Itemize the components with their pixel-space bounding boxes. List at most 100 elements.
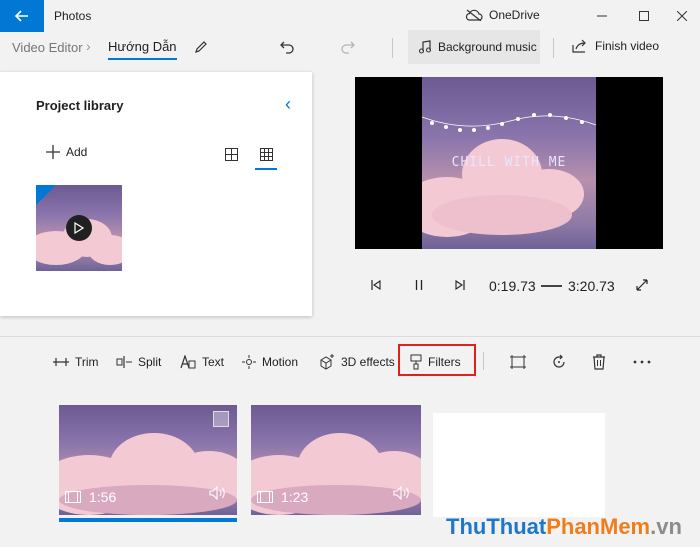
- 3d-effects-label: 3D effects: [341, 355, 395, 369]
- clip-duration: 1:56: [65, 489, 116, 505]
- crop-frame-icon: [510, 355, 526, 369]
- clip-selected-indicator: [59, 518, 237, 522]
- 3d-effects-button[interactable]: 3D effects: [319, 352, 395, 372]
- overlay-title-text: CHILL WITH ME: [451, 155, 567, 170]
- empty-storyboard-slot: [433, 413, 605, 517]
- share-export-icon: [572, 39, 586, 53]
- clip-duration-text: 1:23: [281, 489, 309, 505]
- motion-icon: [242, 355, 256, 369]
- preview-frame: CHILL WITH ME: [422, 77, 596, 249]
- view-active-indicator: [255, 168, 277, 170]
- pencil-icon: [195, 41, 207, 53]
- close-button[interactable]: [664, 0, 700, 32]
- filters-highlight-box: [398, 344, 476, 376]
- next-frame-button[interactable]: [450, 275, 470, 295]
- selected-corner-flag: [36, 185, 56, 205]
- split-button[interactable]: Split: [116, 352, 161, 372]
- redo-button[interactable]: [337, 36, 359, 58]
- watermark-part-1: ThuThuat: [446, 514, 547, 539]
- library-title: Project library: [36, 98, 124, 113]
- more-dots-icon: [633, 360, 651, 364]
- rotate-button[interactable]: [548, 351, 570, 373]
- collapse-chevron-icon[interactable]: ‹: [285, 94, 291, 115]
- motion-button[interactable]: Motion: [242, 352, 298, 372]
- trash-icon: [593, 354, 605, 370]
- chevron-right-icon: ›: [86, 38, 91, 54]
- maximize-button[interactable]: [626, 0, 662, 32]
- clip-select-checkbox[interactable]: [213, 411, 229, 427]
- back-button[interactable]: [0, 0, 44, 32]
- title-bar: Photos OneDrive: [0, 0, 700, 32]
- text-icon: [180, 355, 196, 369]
- speaker-icon[interactable]: [393, 485, 411, 503]
- current-time: 0:19.73: [489, 278, 536, 294]
- watermark-part-3: .vn: [650, 514, 682, 539]
- section-separator: [0, 336, 700, 337]
- motion-label: Motion: [262, 355, 299, 369]
- clip-duration-text: 1:56: [89, 489, 117, 505]
- app-title: Photos: [54, 9, 92, 23]
- speaker-icon[interactable]: [209, 485, 227, 503]
- seek-bar[interactable]: [541, 285, 562, 287]
- rename-button[interactable]: [190, 36, 212, 58]
- film-icon: [257, 491, 273, 503]
- delete-button[interactable]: [588, 351, 610, 373]
- pause-button[interactable]: [409, 275, 429, 295]
- previous-frame-button[interactable]: [366, 275, 386, 295]
- grid-large-icon: [224, 147, 238, 161]
- step-back-icon: [371, 280, 381, 290]
- library-video-thumbnail[interactable]: [36, 185, 122, 271]
- play-icon: [66, 215, 92, 241]
- onedrive-label: OneDrive: [489, 8, 540, 22]
- film-icon: [65, 491, 81, 503]
- undo-button[interactable]: [276, 36, 298, 58]
- trim-button[interactable]: Trim: [53, 352, 99, 372]
- tool-divider: [483, 352, 484, 370]
- string-lights-decoration: [422, 113, 596, 132]
- fullscreen-button[interactable]: [632, 275, 652, 295]
- redo-icon: [341, 41, 355, 54]
- minimize-button[interactable]: [584, 0, 620, 32]
- cloud-off-icon: [465, 9, 483, 21]
- split-label: Split: [138, 355, 162, 369]
- trim-icon: [53, 358, 69, 366]
- close-icon: [677, 11, 687, 21]
- background-music-label: Background music: [438, 40, 537, 54]
- text-button[interactable]: Text: [180, 352, 224, 372]
- maximize-icon: [639, 11, 649, 21]
- split-icon: [116, 356, 132, 368]
- project-library-panel: Project library ‹ Add: [0, 72, 312, 316]
- clip-duration: 1:23: [257, 489, 308, 505]
- watermark: ThuThuatPhanMem.vn: [446, 514, 682, 540]
- text-label: Text: [202, 355, 225, 369]
- music-note-icon: [418, 40, 432, 54]
- arrow-left-icon: [15, 10, 28, 22]
- background-music-button[interactable]: Background music: [408, 30, 540, 64]
- small-grid-view-button[interactable]: [256, 144, 276, 164]
- video-preview[interactable]: CHILL WITH ME: [355, 77, 663, 249]
- toolbar-divider: [553, 38, 554, 58]
- large-grid-view-button[interactable]: [221, 144, 241, 164]
- resize-button[interactable]: [507, 351, 529, 373]
- cube-sparkle-icon: [320, 354, 334, 370]
- step-forward-icon: [455, 280, 465, 290]
- storyboard-clip[interactable]: 1:56: [59, 405, 237, 515]
- breadcrumb-video-editor[interactable]: Video Editor: [12, 40, 83, 55]
- storyboard-clip[interactable]: 1:23: [251, 405, 421, 515]
- minimize-icon: [597, 15, 607, 17]
- undo-icon: [280, 41, 294, 54]
- add-media-button[interactable]: Add: [46, 145, 87, 159]
- pause-icon: [415, 280, 423, 290]
- plus-icon: [46, 145, 60, 159]
- toolbar-divider: [392, 38, 393, 58]
- add-label: Add: [66, 145, 88, 159]
- more-options-button[interactable]: [631, 351, 653, 373]
- watermark-part-2: PhanMem: [546, 514, 651, 539]
- onedrive-button[interactable]: OneDrive: [465, 8, 540, 22]
- rotate-icon: [553, 354, 565, 368]
- trim-label: Trim: [75, 355, 99, 369]
- project-name[interactable]: Hướng Dẫn: [108, 39, 177, 60]
- finish-video-button[interactable]: Finish video: [572, 39, 659, 53]
- total-time: 3:20.73: [568, 278, 615, 294]
- finish-video-label: Finish video: [595, 39, 660, 53]
